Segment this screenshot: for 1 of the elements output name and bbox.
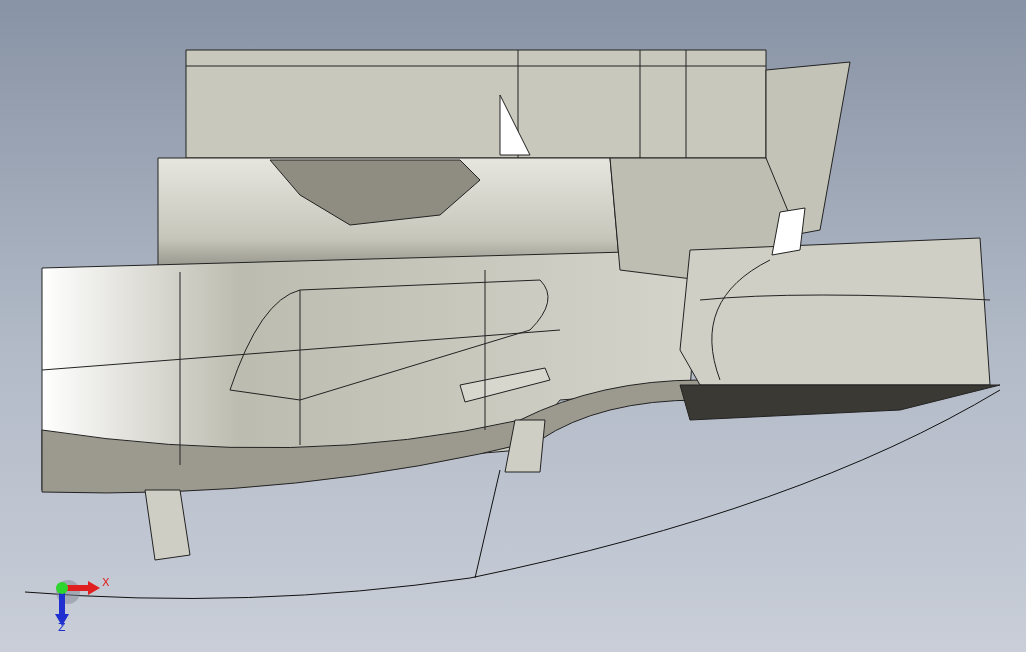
axis-label: X: [102, 577, 110, 588]
